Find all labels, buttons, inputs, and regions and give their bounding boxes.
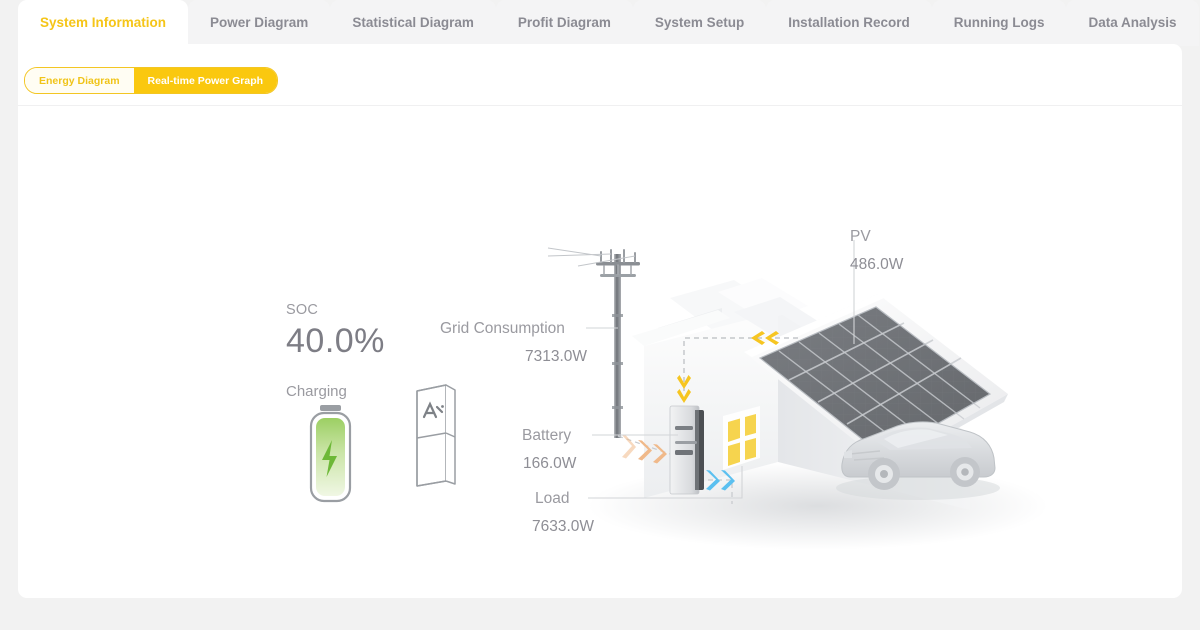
load-value: 7633.0W (532, 518, 595, 535)
inverter-icon (669, 405, 704, 495)
utility-pole-icon (547, 247, 640, 438)
tab-data-analysis[interactable]: Data Analysis (1066, 0, 1199, 46)
battery-label: Battery (522, 427, 572, 444)
tab-running-logs[interactable]: Running Logs (931, 0, 1067, 46)
battery-cabinet-icon (416, 384, 456, 487)
pv-value: 486.0W (850, 256, 904, 273)
app-root: System Information Power Diagram Statist… (0, 0, 1200, 630)
main-tab-bar: System Information Power Diagram Statist… (0, 0, 1200, 46)
tab-profit-diagram[interactable]: Profit Diagram (495, 0, 633, 46)
tab-system-information[interactable]: System Information (18, 0, 189, 46)
energy-flow-diagram: SOC 40.0% Charging PV 486.0W Grid Consum… (18, 106, 1182, 598)
load-label: Load (535, 490, 570, 507)
pv-label: PV (850, 228, 871, 245)
soc-value: 40.0% (286, 322, 385, 360)
content-panel: Energy Diagram Real-time Power Graph SOC… (18, 44, 1182, 598)
energy-flow-canvas (309, 240, 1048, 550)
soc-status: Charging (286, 383, 347, 400)
toggle-energy-diagram[interactable]: Energy Diagram (25, 68, 134, 93)
tab-statistical-diagram[interactable]: Statistical Diagram (330, 0, 496, 46)
toggle-realtime-power-graph[interactable]: Real-time Power Graph (133, 68, 278, 93)
soc-label: SOC (286, 302, 319, 318)
battery-charging-icon (309, 405, 352, 503)
battery-value: 166.0W (523, 455, 577, 472)
soc-panel: SOC 40.0% Charging (286, 302, 385, 400)
tab-installation-record[interactable]: Installation Record (766, 0, 932, 46)
view-mode-toggle[interactable]: Energy Diagram Real-time Power Graph (24, 67, 279, 94)
tab-power-diagram[interactable]: Power Diagram (188, 0, 331, 46)
grid-value: 7313.0W (525, 348, 588, 365)
tab-system-setup[interactable]: System Setup (632, 0, 767, 46)
grid-label: Grid Consumption (440, 320, 565, 337)
